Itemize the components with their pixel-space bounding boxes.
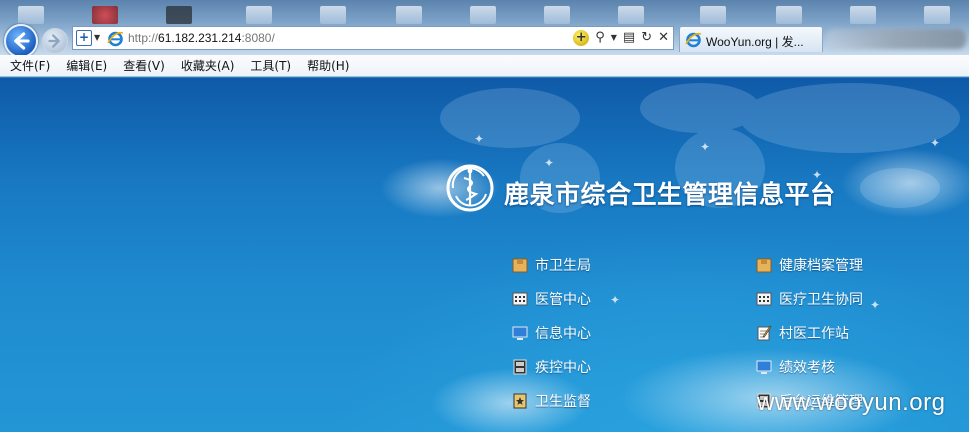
thumbnail-icon bbox=[92, 6, 118, 24]
film-icon bbox=[513, 359, 527, 375]
refresh-icon[interactable]: ↻ bbox=[641, 29, 652, 47]
menu-edit[interactable]: 编辑(E) bbox=[66, 57, 107, 74]
sparkle-decoration: ✦ bbox=[544, 156, 555, 170]
search-icon[interactable]: ⚲ bbox=[595, 29, 605, 47]
wooyun-watermark: www.wooyun.org bbox=[757, 389, 946, 416]
link-performance-assessment[interactable]: 绩效考核 bbox=[756, 350, 863, 384]
add-on-plus-icon[interactable]: + bbox=[573, 30, 590, 46]
link-label: 村医工作站 bbox=[779, 326, 849, 342]
link-health-supervision[interactable]: 卫生监督 bbox=[512, 384, 591, 418]
menu-favorites[interactable]: 收藏夹(A) bbox=[181, 57, 235, 74]
thumbnail-icon bbox=[924, 6, 950, 24]
link-label: 绩效考核 bbox=[779, 360, 835, 376]
calendar-grid-icon bbox=[512, 292, 528, 306]
tab-title: WooYun.org | 发... bbox=[706, 35, 804, 49]
thumbnail-icon bbox=[700, 6, 726, 24]
menu-bar: 文件(F) 编辑(E) 查看(V) 收藏夹(A) 工具(T) 帮助(H) bbox=[0, 55, 969, 77]
link-label: 健康档案管理 bbox=[779, 258, 863, 274]
notepad-pen-icon bbox=[757, 325, 772, 341]
back-button[interactable] bbox=[4, 24, 38, 58]
address-bar[interactable]: + ▼ http://61.182.231.214:8080/ + ⚲ ▼ ▤ … bbox=[72, 26, 674, 50]
url-port-path: :8080/ bbox=[241, 31, 275, 45]
thumbnail-icon bbox=[320, 6, 346, 24]
monitor-icon bbox=[512, 326, 528, 340]
thumbnail-icon bbox=[470, 6, 496, 24]
link-medical-collaboration[interactable]: 医疗卫生协同 bbox=[756, 282, 863, 316]
link-label: 卫生监督 bbox=[535, 394, 591, 410]
url-text[interactable]: http://61.182.231.214:8080/ bbox=[128, 31, 275, 45]
thumbnail-icon bbox=[18, 6, 44, 24]
ie-logo-icon bbox=[685, 32, 702, 48]
link-city-health-bureau[interactable]: 市卫生局 bbox=[512, 248, 591, 282]
thumbnail-icon bbox=[850, 6, 876, 24]
browser-chrome: + ▼ http://61.182.231.214:8080/ + ⚲ ▼ ▤ … bbox=[0, 0, 969, 78]
link-cdc[interactable]: 疾控中心 bbox=[512, 350, 591, 384]
sparkle-decoration: ✦ bbox=[930, 136, 941, 150]
url-scheme: http:// bbox=[128, 31, 159, 45]
dropdown-arrow-icon[interactable]: ▼ bbox=[94, 33, 100, 42]
calendar-grid-icon bbox=[756, 292, 772, 306]
menu-file[interactable]: 文件(F) bbox=[10, 57, 50, 74]
arrow-right-icon bbox=[48, 34, 60, 48]
site-title: 鹿泉市综合卫生管理信息平台 bbox=[504, 180, 836, 209]
taskbar-thumbnails bbox=[0, 0, 969, 24]
health-emblem-logo bbox=[446, 164, 494, 212]
left-link-column: 市卫生局 医管中心 信息中心 疾控中心 卫生监督 bbox=[512, 248, 591, 418]
browser-tab[interactable]: WooYun.org | 发... bbox=[679, 26, 823, 52]
stop-icon[interactable]: ✕ bbox=[658, 29, 669, 47]
link-medical-admin-center[interactable]: 医管中心 bbox=[512, 282, 591, 316]
sparkle-decoration: ✦ bbox=[610, 293, 621, 307]
forward-button[interactable] bbox=[42, 28, 68, 54]
link-label: 市卫生局 bbox=[535, 258, 591, 274]
thumbnail-icon bbox=[166, 6, 192, 24]
link-info-center[interactable]: 信息中心 bbox=[512, 316, 591, 350]
menu-view[interactable]: 查看(V) bbox=[123, 57, 165, 74]
folder-icon bbox=[512, 258, 528, 273]
compatibility-view-icon[interactable]: + bbox=[76, 30, 92, 46]
thumbnail-icon bbox=[776, 6, 802, 24]
cloud-decoration bbox=[840, 148, 969, 218]
arrow-left-icon bbox=[14, 32, 30, 50]
menu-help[interactable]: 帮助(H) bbox=[307, 57, 349, 74]
folder-icon bbox=[756, 258, 772, 273]
link-health-records[interactable]: 健康档案管理 bbox=[756, 248, 863, 282]
sparkle-decoration: ✦ bbox=[870, 298, 881, 312]
monitor-icon bbox=[756, 360, 772, 374]
search-dropdown-icon[interactable]: ▼ bbox=[611, 29, 617, 47]
link-label: 医疗卫生协同 bbox=[779, 292, 863, 308]
sparkle-decoration: ✦ bbox=[474, 132, 485, 146]
link-label: 信息中心 bbox=[535, 326, 591, 342]
thumbnail-icon bbox=[544, 6, 570, 24]
menu-tools[interactable]: 工具(T) bbox=[250, 57, 291, 74]
thumbnail-icon bbox=[396, 6, 422, 24]
link-village-doctor-station[interactable]: 村医工作站 bbox=[756, 316, 863, 350]
thumbnail-icon bbox=[618, 6, 644, 24]
link-label: 疾控中心 bbox=[535, 360, 591, 376]
ie-logo-icon bbox=[107, 31, 124, 47]
url-host: 61.182.231.214 bbox=[158, 31, 242, 45]
compat-page-icon[interactable]: ▤ bbox=[623, 29, 635, 47]
sparkle-decoration: ✦ bbox=[700, 140, 711, 154]
link-label: 医管中心 bbox=[535, 292, 591, 308]
address-bar-buttons: + ⚲ ▼ ▤ ↻ ✕ bbox=[573, 29, 669, 47]
blurred-tab bbox=[826, 29, 966, 49]
badge-star-icon bbox=[513, 393, 527, 409]
thumbnail-icon bbox=[246, 6, 272, 24]
